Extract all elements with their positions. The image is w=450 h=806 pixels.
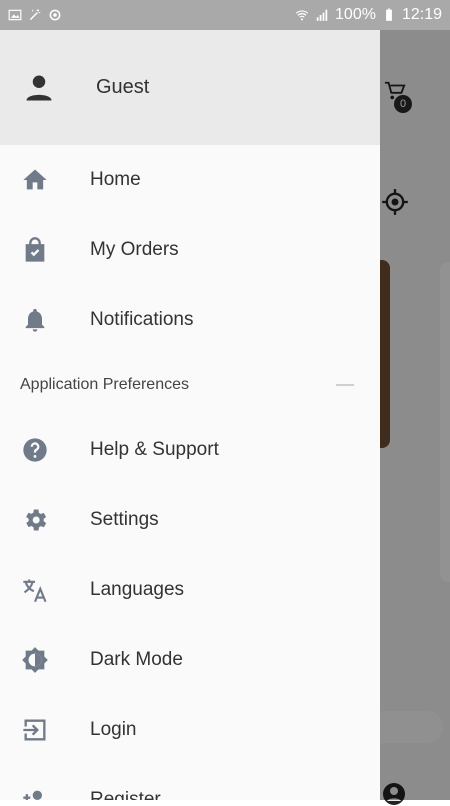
- drawer-header[interactable]: Guest: [0, 30, 380, 145]
- home-icon: [20, 165, 50, 195]
- drawer-item-dark-mode[interactable]: Dark Mode: [0, 625, 380, 695]
- drawer-item-settings[interactable]: Settings: [0, 485, 380, 555]
- shopping-bag-icon: [20, 235, 50, 265]
- collapse-icon[interactable]: [336, 384, 354, 386]
- bell-icon: [20, 305, 50, 335]
- drawer-item-notifications[interactable]: Notifications: [0, 285, 380, 355]
- gear-icon: [20, 505, 50, 535]
- drawer-item-register[interactable]: Register: [0, 765, 380, 800]
- battery-icon: [386, 8, 392, 21]
- translate-icon: [20, 575, 50, 605]
- drawer-item-login[interactable]: Login: [0, 695, 380, 765]
- user-name: Guest: [96, 76, 150, 98]
- status-bar: 100% 12:19: [0, 0, 450, 30]
- drawer-item-label: My Orders: [90, 239, 179, 260]
- drawer-item-label: Languages: [90, 579, 185, 600]
- brightness-icon: [20, 645, 50, 675]
- person-icon: [26, 75, 52, 100]
- drawer-item-label: Home: [90, 169, 141, 190]
- clock: 12:19: [401, 6, 442, 23]
- add-person-icon: [20, 785, 50, 800]
- drawer-item-help-support[interactable]: Help & Support: [0, 415, 380, 485]
- wifi-icon: [295, 10, 309, 21]
- navigation-drawer: Guest Home My Orders Notifications Appli…: [0, 30, 380, 800]
- magic-wand-icon: [29, 9, 41, 21]
- drawer-item-label: Notifications: [90, 309, 194, 330]
- battery-percent: 100%: [335, 6, 376, 23]
- drawer-item-label: Dark Mode: [90, 649, 183, 670]
- drawer-item-my-orders[interactable]: My Orders: [0, 215, 380, 285]
- drawer-item-label: Register: [90, 789, 161, 800]
- section-title: Application Preferences: [20, 376, 189, 393]
- drawer-item-label: Login: [90, 719, 137, 740]
- signal-icon: [316, 9, 328, 21]
- drawer-item-home[interactable]: Home: [0, 145, 380, 215]
- gallery-icon: [8, 9, 22, 21]
- login-icon: [20, 715, 50, 745]
- help-icon: [20, 435, 50, 465]
- sync-icon: [49, 9, 61, 21]
- preferences-section-header[interactable]: Application Preferences: [0, 355, 380, 415]
- drawer-item-label: Help & Support: [90, 439, 219, 460]
- drawer-item-label: Settings: [90, 509, 159, 530]
- drawer-item-languages[interactable]: Languages: [0, 555, 380, 625]
